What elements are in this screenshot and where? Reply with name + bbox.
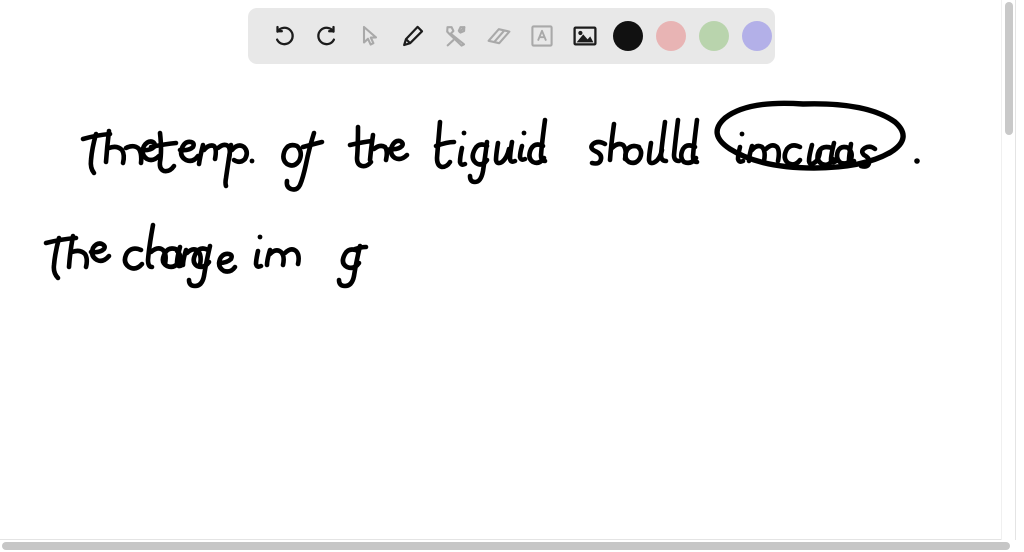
handwriting-ink-layer bbox=[43, 100, 920, 289]
color-swatch-pink[interactable] bbox=[655, 21, 686, 51]
horizontal-scrollbar[interactable] bbox=[0, 540, 1024, 552]
ink-period bbox=[914, 158, 920, 164]
ink-word-of bbox=[281, 130, 325, 192]
ink-word-g bbox=[336, 243, 369, 289]
ink-circle-annotation bbox=[714, 100, 906, 171]
ink-word-liquid bbox=[433, 117, 548, 185]
whiteboard-canvas[interactable] bbox=[0, 0, 1016, 540]
tools-icon[interactable] bbox=[441, 21, 471, 51]
drawing-toolbar[interactable] bbox=[248, 8, 775, 64]
ink-word-the-3 bbox=[43, 233, 112, 281]
image-icon[interactable] bbox=[570, 21, 600, 51]
text-icon[interactable] bbox=[527, 21, 557, 51]
vertical-scrollbar[interactable] bbox=[1001, 0, 1015, 540]
ink-word-increase bbox=[735, 131, 878, 169]
ink-word-in bbox=[253, 234, 301, 269]
vertical-scrollbar-thumb[interactable] bbox=[1005, 2, 1013, 135]
color-swatch-purple[interactable] bbox=[741, 21, 772, 51]
ink-word-should bbox=[589, 117, 700, 166]
color-swatch-black[interactable] bbox=[612, 21, 643, 51]
cursor-icon[interactable] bbox=[355, 21, 385, 51]
color-swatch-green[interactable] bbox=[698, 21, 729, 51]
ink-word-change bbox=[122, 222, 238, 289]
redo-icon[interactable] bbox=[312, 21, 342, 51]
ink-word-the-2 bbox=[347, 124, 410, 169]
undo-icon[interactable] bbox=[269, 21, 299, 51]
eraser-icon[interactable] bbox=[484, 21, 514, 51]
pencil-icon[interactable] bbox=[398, 21, 428, 51]
ink-word-the-1 bbox=[80, 128, 162, 176]
horizontal-scrollbar-thumb[interactable] bbox=[2, 542, 1010, 550]
ink-word-temp bbox=[148, 130, 255, 189]
